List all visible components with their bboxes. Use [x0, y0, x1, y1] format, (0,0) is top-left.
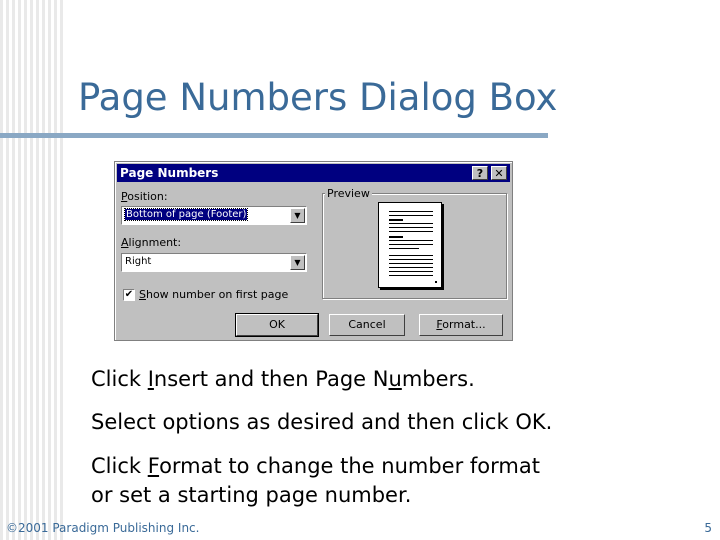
title-underline	[0, 133, 548, 138]
cancel-button[interactable]: Cancel	[329, 314, 405, 336]
instruction-1: Click Insert and then Page Numbers.	[91, 367, 475, 391]
alignment-label: Alignment:	[121, 236, 182, 249]
position-select[interactable]: Bottom of page (Footer) ▼	[121, 206, 307, 225]
chevron-down-icon[interactable]: ▼	[290, 255, 305, 270]
instruction-3-cont: or set a starting page number.	[91, 483, 412, 507]
page-number-marker	[435, 281, 437, 283]
show-first-page-label[interactable]: Show number on first page	[139, 288, 288, 301]
help-button[interactable]: ?	[472, 166, 488, 180]
format-button[interactable]: Format...	[419, 314, 503, 336]
dialog-titlebar: Page Numbers ? ✕	[117, 164, 510, 182]
decorative-stripes	[0, 0, 64, 540]
slide-number: 5	[704, 521, 712, 535]
dialog-title: Page Numbers	[120, 166, 219, 180]
page-numbers-dialog: Page Numbers ? ✕ Position: Bottom of pag…	[114, 161, 513, 341]
alignment-value: Right	[125, 256, 152, 267]
show-first-page-checkbox[interactable]: ✔	[123, 289, 135, 301]
slide-title: Page Numbers Dialog Box	[78, 76, 558, 119]
instruction-2: Select options as desired and then click…	[91, 410, 553, 434]
preview-label: Preview	[325, 187, 372, 200]
instruction-3: Click Format to change the number format	[91, 454, 540, 478]
chevron-down-icon[interactable]: ▼	[290, 208, 305, 223]
page-preview	[378, 202, 442, 288]
position-label: Position:	[121, 190, 168, 203]
alignment-select[interactable]: Right ▼	[121, 253, 307, 272]
ok-button[interactable]: OK	[235, 313, 319, 337]
position-value: Bottom of page (Footer)	[123, 208, 249, 221]
copyright-footer: ©2001 Paradigm Publishing Inc.	[6, 521, 200, 535]
close-button[interactable]: ✕	[491, 166, 507, 180]
